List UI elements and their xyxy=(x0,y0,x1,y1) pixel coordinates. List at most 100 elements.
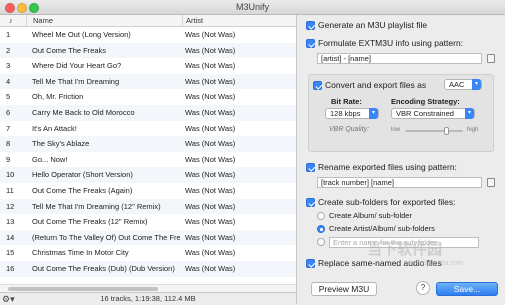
table-row[interactable]: 5 Oh, Mr. Friction Was (Not Was) xyxy=(0,89,296,105)
column-divider xyxy=(26,15,27,26)
track-number-cell: 5 xyxy=(6,92,11,102)
vbr-quality-label: VBR Quality: xyxy=(329,126,370,133)
track-table[interactable]: ♪ Name Artist 1 Wheel Me Out (Long Versio… xyxy=(0,15,297,305)
track-name-cell: Christmas Time In Motor City xyxy=(32,248,129,258)
track-artist-cell: Was (Not Was) xyxy=(185,201,236,211)
track-artist-cell: Was (Not Was) xyxy=(185,61,236,71)
convert-checkbox[interactable] xyxy=(313,81,322,90)
track-artist-cell: Was (Not Was) xyxy=(185,45,236,55)
help-button[interactable]: ? xyxy=(416,281,430,295)
table-row[interactable]: 15 Christmas Time In Motor City Was (Not W… xyxy=(0,245,296,261)
track-number-cell: 12 xyxy=(6,201,15,211)
rename-label: Rename exported files using pattern: xyxy=(318,162,457,172)
convert-label: Convert and export files as xyxy=(325,80,427,90)
token-menu-icon[interactable] xyxy=(487,178,495,187)
app-window: M3Unify ♪ Name Artist 1 Wheel Me Out (Lon… xyxy=(0,0,505,305)
track-name-cell: It's An Attack! xyxy=(32,123,77,133)
track-number-cell: 4 xyxy=(6,76,11,86)
table-row[interactable]: 16 Out Come The Freaks (Dub) (Dub Version… xyxy=(0,260,296,277)
rename-checkbox[interactable] xyxy=(306,163,315,172)
watermark-logo: 当下软件园 xyxy=(367,241,443,258)
save-button[interactable]: Save... xyxy=(436,282,498,296)
track-artist-cell: Was (Not Was) xyxy=(185,76,236,86)
radio-album-subfolder[interactable] xyxy=(317,212,325,220)
chevron-down-icon: ▾ xyxy=(472,79,481,90)
track-name-cell: The Sky's Ablaze xyxy=(32,139,90,149)
radio-artist-album-subfolders[interactable] xyxy=(317,225,325,233)
table-row[interactable]: 13 Out Come The Freaks (12" Remix) Was (No… xyxy=(0,214,296,230)
extm3u-pattern-field[interactable]: [artist] - [name] xyxy=(317,53,482,64)
track-artist-cell: Was (Not Was) xyxy=(185,139,236,149)
track-number-cell: 14 xyxy=(6,232,15,242)
table-row[interactable]: 12 Tell Me That I'm Dreaming (12" Remix) W… xyxy=(0,198,296,215)
vbr-slider-track[interactable] xyxy=(405,130,463,132)
table-row[interactable]: 9 Go... Now! Was (Not Was) xyxy=(0,152,296,168)
table-row[interactable]: 2 Out Come The Freaks Was (Not Was) xyxy=(0,42,296,59)
track-number-cell: 10 xyxy=(6,170,15,180)
chevron-down-icon: ▾ xyxy=(465,108,474,119)
convert-group: Convert and export files as AAC ▾ Bit Ra… xyxy=(308,74,494,152)
track-number-cell: 6 xyxy=(6,107,11,117)
status-bar: ⚙▾ 16 tracks, 1:19:38, 112.4 MB xyxy=(0,292,296,305)
status-summary: 16 tracks, 1:19:38, 112.4 MB xyxy=(100,294,196,303)
track-artist-cell: Was (Not Was) xyxy=(185,232,236,242)
radio-artist-album-label: Create Artist/Album/ sub-folders xyxy=(329,224,435,233)
generate-playlist-checkbox[interactable] xyxy=(306,21,315,30)
table-row[interactable]: 3 Where Did Your Heart Go? Was (Not Was) xyxy=(0,58,296,74)
vbr-slider-knob[interactable] xyxy=(444,127,450,135)
track-artist-cell: Was (Not Was) xyxy=(185,92,236,102)
subfolders-checkbox[interactable] xyxy=(306,198,315,207)
table-header: ♪ Name Artist xyxy=(0,15,296,27)
format-value: AAC xyxy=(449,80,465,89)
track-artist-cell: Was (Not Was) xyxy=(185,170,236,180)
track-number-cell: 1 xyxy=(6,30,11,39)
rename-pattern-field[interactable]: [track number] [name] xyxy=(317,177,482,188)
track-artist-cell: Was (Not Was) xyxy=(185,30,236,39)
track-number-cell: 13 xyxy=(6,217,15,227)
track-name-cell: Out Come The Freaks (12" Remix) xyxy=(32,217,148,227)
track-number-cell: 3 xyxy=(6,61,11,71)
table-row[interactable]: 10 Hello Operator (Short Version) Was (Not… xyxy=(0,167,296,183)
table-row[interactable]: 11 Out Come The Freaks (Again) Was (Not Wa… xyxy=(0,183,296,199)
table-row[interactable]: 6 Carry Me Back to Old Morocco Was (Not Wa… xyxy=(0,104,296,121)
column-header-name[interactable]: Name xyxy=(33,16,53,25)
table-row[interactable]: 1 Wheel Me Out (Long Version) Was (Not Was… xyxy=(0,27,296,43)
track-artist-cell: Was (Not Was) xyxy=(185,217,236,227)
bitrate-popup[interactable]: 128 kbps ▾ xyxy=(325,108,379,119)
vbr-high-label: high xyxy=(467,127,479,133)
replace-checkbox[interactable] xyxy=(306,259,315,268)
watermark-url: www.downxia.com xyxy=(406,260,464,267)
column-header-number[interactable]: ♪ xyxy=(9,16,13,25)
options-panel: Generate an M3U playlist file Formulate … xyxy=(297,15,505,304)
table-row[interactable]: 14 (Return To The Valley Of) Out Come The… xyxy=(0,229,296,246)
track-artist-cell: Was (Not Was) xyxy=(185,154,236,164)
preview-m3u-button[interactable]: Preview M3U xyxy=(311,282,377,296)
radio-custom-subfolder[interactable] xyxy=(317,238,325,246)
chevron-down-icon: ▾ xyxy=(369,108,378,119)
vbr-low-label: low xyxy=(391,127,401,133)
encoding-popup[interactable]: VBR Constrained ▾ xyxy=(391,108,475,119)
title-bar: M3Unify xyxy=(0,0,505,15)
table-row[interactable]: 8 The Sky's Ablaze Was (Not Was) xyxy=(0,136,296,152)
track-artist-cell: Was (Not Was) xyxy=(185,107,236,117)
window-title: M3Unify xyxy=(235,2,269,12)
token-menu-icon[interactable] xyxy=(487,54,495,63)
column-header-artist[interactable]: Artist xyxy=(186,16,203,25)
scrollbar-thumb[interactable] xyxy=(8,286,158,291)
table-row[interactable]: 7 It's An Attack! Was (Not Was) xyxy=(0,121,296,137)
table-body: 1 Wheel Me Out (Long Version) Was (Not Was… xyxy=(0,27,296,277)
track-name-cell: Carry Me Back to Old Morocco xyxy=(32,107,135,117)
track-number-cell: 16 xyxy=(6,263,15,273)
bitrate-value: 128 kbps xyxy=(330,109,361,118)
generate-playlist-label: Generate an M3U playlist file xyxy=(318,20,428,30)
track-number-cell: 8 xyxy=(6,139,11,149)
encoding-value: VBR Constrained xyxy=(396,109,454,118)
track-name-cell: Go... Now! xyxy=(32,154,68,164)
track-name-cell: (Return To The Valley Of) Out Come The F… xyxy=(32,232,180,242)
track-name-cell: Out Come The Freaks xyxy=(32,45,107,55)
table-row[interactable]: 4 Tell Me That I'm Dreaming Was (Not Was) xyxy=(0,73,296,90)
formulate-extm3u-checkbox[interactable] xyxy=(306,39,315,48)
format-popup[interactable]: AAC ▾ xyxy=(444,79,482,90)
track-artist-cell: Was (Not Was) xyxy=(185,248,236,258)
track-artist-cell: Was (Not Was) xyxy=(185,123,236,133)
